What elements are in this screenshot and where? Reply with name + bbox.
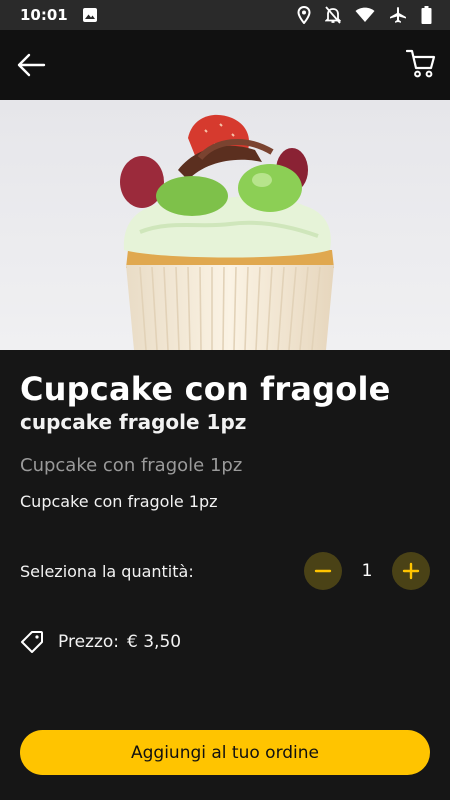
- product-subtitle: cupcake fragole 1pz: [20, 410, 247, 434]
- location-icon: [297, 6, 311, 24]
- product-description: Cupcake con fragole 1pz: [20, 492, 218, 511]
- battery-icon: [421, 6, 432, 24]
- increase-quantity-button[interactable]: [392, 552, 430, 590]
- add-to-order-button[interactable]: Aggiungi al tuo ordine: [20, 730, 430, 775]
- price-row: Prezzo: € 3,50: [20, 630, 181, 654]
- minus-icon: [314, 569, 332, 573]
- image-icon: [82, 7, 98, 23]
- quantity-value: 1: [361, 561, 373, 581]
- plus-icon: [402, 562, 420, 580]
- price-label: Prezzo:: [58, 632, 120, 652]
- notifications-off-icon: [325, 6, 341, 24]
- app-bar: [0, 30, 450, 100]
- quantity-label: Seleziona la quantità:: [20, 562, 194, 581]
- tag-icon: [21, 631, 43, 653]
- airplane-icon: [389, 6, 407, 24]
- product-image: [0, 100, 450, 350]
- cupcake-image: [120, 114, 334, 350]
- arrow-left-icon: [17, 53, 46, 77]
- product-description-secondary: Cupcake con fragole 1pz: [20, 455, 243, 476]
- decrease-quantity-button[interactable]: [304, 552, 342, 590]
- add-to-order-label: Aggiungi al tuo ordine: [130, 742, 320, 763]
- cart-icon: [405, 49, 436, 78]
- wifi-icon: [355, 7, 375, 23]
- price-value: € 3,50: [127, 632, 182, 652]
- price-text: Prezzo: € 3,50: [58, 632, 181, 652]
- status-bar: 10:01: [0, 0, 450, 30]
- status-time: 10:01: [20, 6, 68, 24]
- cart-button[interactable]: [405, 48, 436, 80]
- product-title: Cupcake con fragole: [20, 370, 391, 408]
- back-button[interactable]: [16, 50, 48, 80]
